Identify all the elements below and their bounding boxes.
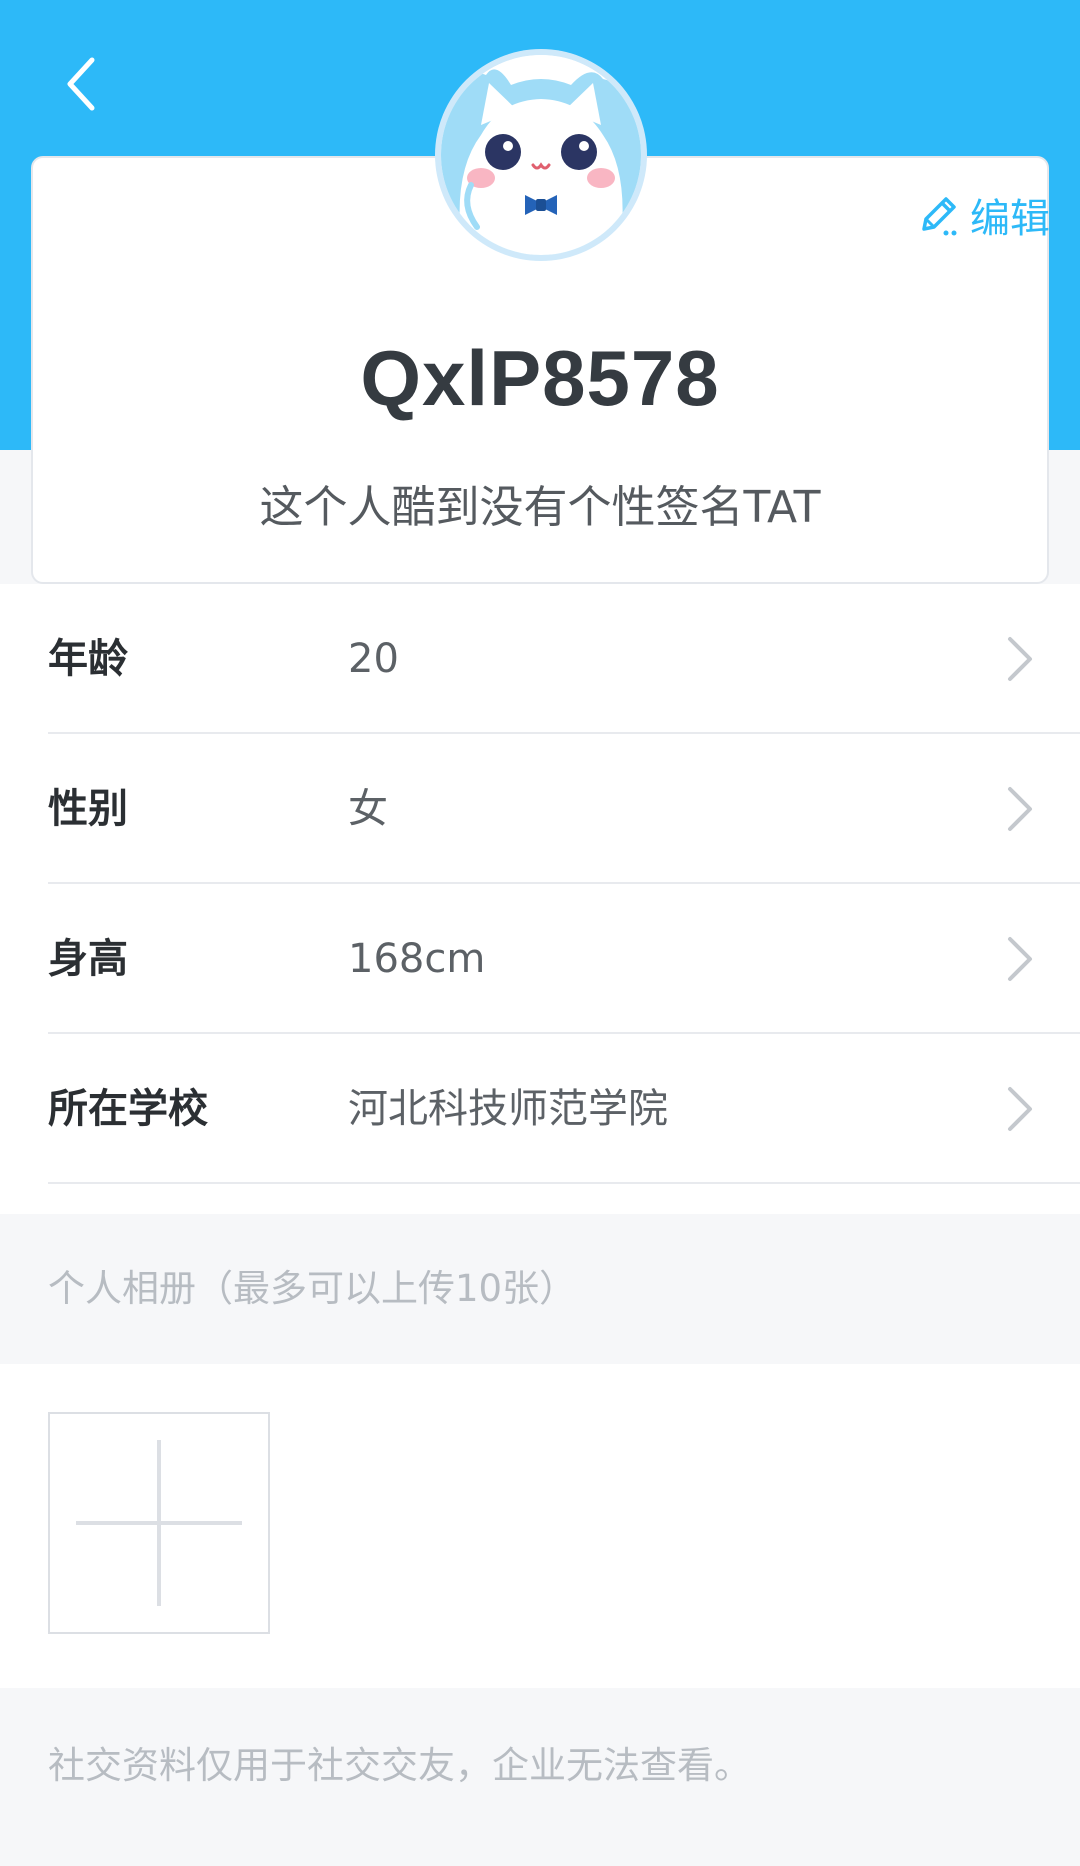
chevron-right-icon xyxy=(1008,787,1032,831)
privacy-note: 社交资料仅用于社交交友，企业无法查看。 xyxy=(48,1744,751,1787)
profile-info-list: 年龄 20 性别 女 身高 168cm 所在学校 河北科技师范学院 xyxy=(0,584,1080,1214)
back-button[interactable] xyxy=(56,52,108,116)
info-row-school[interactable]: 所在学校 河北科技师范学院 xyxy=(48,1034,1080,1184)
info-label: 所在学校 xyxy=(48,1086,208,1132)
chevron-right-icon xyxy=(1008,637,1032,681)
album-title: 个人相册（最多可以上传10张） xyxy=(48,1267,577,1310)
avatar[interactable] xyxy=(441,55,641,255)
chevron-right-icon xyxy=(1008,937,1032,981)
info-value: 20 xyxy=(348,636,399,682)
info-label: 性别 xyxy=(48,786,128,832)
username: QxlP8578 xyxy=(360,334,720,422)
add-photo-button[interactable] xyxy=(48,1412,270,1634)
info-label: 身高 xyxy=(48,936,128,982)
edit-label: 编辑 xyxy=(970,196,1050,242)
info-row-age[interactable]: 年龄 20 xyxy=(48,584,1080,734)
plus-icon xyxy=(76,1440,242,1606)
album-section-header: 个人相册（最多可以上传10张） xyxy=(0,1214,1080,1364)
info-label: 年龄 xyxy=(48,636,128,682)
album-grid xyxy=(0,1364,1080,1688)
info-value: 女 xyxy=(348,786,388,832)
edit-button[interactable]: 编辑 xyxy=(916,190,1050,242)
info-row-height[interactable]: 身高 168cm xyxy=(48,884,1080,1034)
info-value: 168cm xyxy=(348,936,486,982)
info-row-gender[interactable]: 性别 女 xyxy=(48,734,1080,884)
cat-mascot-avatar xyxy=(441,55,641,255)
chevron-left-icon xyxy=(67,57,95,111)
chevron-right-icon xyxy=(1008,1087,1032,1131)
pencil-icon xyxy=(916,193,960,237)
info-value: 河北科技师范学院 xyxy=(348,1086,668,1132)
signature: 这个人酷到没有个性签名TAT xyxy=(259,482,821,533)
